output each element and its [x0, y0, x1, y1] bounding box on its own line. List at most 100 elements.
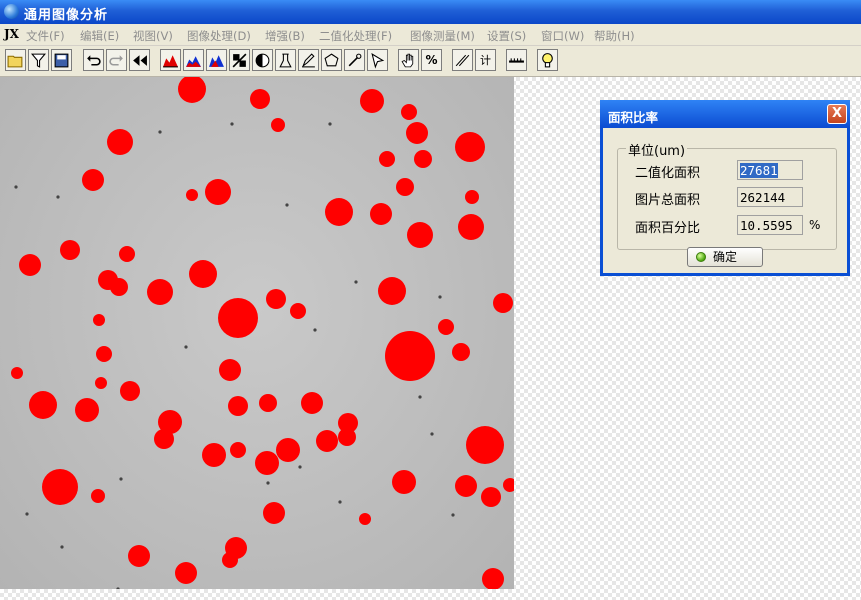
menu-image-processing[interactable]: 图像处理(D): [187, 28, 251, 44]
particle-29: [218, 298, 258, 338]
dark-speck-0: [56, 195, 60, 199]
particle-27: [266, 289, 286, 309]
dark-speck-1: [158, 130, 162, 134]
group-label: 单位(um): [626, 140, 688, 159]
particle-layer: [11, 77, 514, 589]
particle-4: [271, 118, 285, 132]
menu-view[interactable]: 视图(V): [133, 28, 173, 44]
particle-8: [379, 151, 395, 167]
toolbar: % 计: [0, 46, 861, 77]
ok-led-icon: [696, 252, 706, 262]
particle-9: [414, 150, 432, 168]
filter-icon[interactable]: [28, 49, 49, 71]
dark-speck-16: [298, 465, 302, 469]
dark-speck-8: [119, 477, 123, 481]
particle-54: [230, 442, 246, 458]
close-button[interactable]: X: [827, 104, 847, 124]
ok-button[interactable]: 确定: [687, 247, 763, 267]
particle-30: [493, 293, 513, 313]
particle-65: [222, 552, 238, 568]
area-percent-label: 面积百分比: [635, 221, 701, 236]
particle-52: [276, 438, 300, 462]
particle-62: [503, 478, 514, 492]
particle-14: [325, 198, 353, 226]
particle-37: [219, 359, 241, 381]
beaker-icon[interactable]: [275, 49, 296, 71]
line-icon[interactable]: [452, 49, 473, 71]
particle-18: [458, 214, 484, 240]
dark-speck-14: [451, 513, 455, 517]
menu-file[interactable]: 文件(F): [26, 28, 65, 44]
particle-35: [96, 346, 112, 362]
area-ratio-dialog: 面积比率 X 单位(um) 二值化面积 27681 图片总面积 262144 面…: [600, 100, 850, 276]
wand-icon[interactable]: [344, 49, 365, 71]
particle-19: [60, 240, 80, 260]
particle-39: [120, 381, 140, 401]
menu-settings[interactable]: 设置(S): [487, 28, 526, 44]
particle-12: [396, 178, 414, 196]
menu-measurement[interactable]: 图像测量(M): [410, 28, 475, 44]
particle-56: [392, 470, 416, 494]
particle-7: [455, 132, 485, 162]
particle-57: [91, 489, 105, 503]
menu-help[interactable]: 帮助(H): [594, 28, 635, 44]
dark-speck-5: [354, 280, 358, 284]
save-icon[interactable]: [51, 49, 72, 71]
particle-61: [359, 513, 371, 525]
hand-icon[interactable]: [398, 49, 419, 71]
menu-enhance[interactable]: 增强(B): [265, 28, 305, 44]
dark-speck-12: [14, 185, 18, 189]
binarized-area-label: 二值化面积: [635, 166, 701, 181]
percent-unit: %: [809, 218, 821, 232]
contrast-icon[interactable]: [252, 49, 273, 71]
binarized-area-field[interactable]: 27681: [737, 160, 803, 180]
app-globe-icon: [4, 4, 19, 19]
menu-edit[interactable]: 编辑(E): [80, 28, 119, 44]
menu-bar: JX 文件(F) 编辑(E) 视图(V) 图像处理(D) 增强(B) 二值化处理…: [0, 24, 861, 46]
particle-0: [178, 77, 206, 103]
rewind-icon[interactable]: [129, 49, 150, 71]
particle-38: [95, 377, 107, 389]
particle-32: [93, 314, 105, 326]
dialog-title-bar: 面积比率 X: [600, 100, 850, 128]
particle-17: [407, 222, 433, 248]
particle-6: [406, 122, 428, 144]
undo-icon[interactable]: [83, 49, 104, 71]
count-icon[interactable]: 计: [475, 49, 496, 71]
dialog-title: 面积比率: [608, 110, 659, 125]
particle-55: [42, 469, 78, 505]
particle-63: [128, 545, 150, 567]
dark-speck-11: [430, 432, 434, 436]
invert-icon[interactable]: [229, 49, 250, 71]
particle-10: [82, 169, 104, 191]
redo-icon[interactable]: [106, 49, 127, 71]
total-area-field[interactable]: 262144: [737, 187, 803, 207]
dark-speck-7: [313, 328, 317, 332]
dark-speck-9: [266, 481, 270, 485]
dark-speck-2: [230, 122, 234, 126]
menu-binarization[interactable]: 二值化处理(F): [319, 28, 392, 44]
particle-60: [263, 502, 285, 524]
dark-speck-19: [25, 512, 29, 516]
histogram-icon[interactable]: [160, 49, 181, 71]
particle-42: [301, 392, 323, 414]
particle-1: [250, 89, 270, 109]
particle-31: [438, 319, 454, 335]
histogram-blue-icon[interactable]: [183, 49, 204, 71]
open-folder-icon[interactable]: [5, 49, 26, 71]
particle-5: [107, 129, 133, 155]
binarized-image[interactable]: [0, 77, 514, 589]
particle-16: [465, 190, 479, 204]
ruler-icon[interactable]: [506, 49, 527, 71]
dark-speck-6: [438, 295, 442, 299]
particle-67: [175, 562, 197, 584]
jx-logo: JX: [4, 27, 19, 41]
histogram-mixed-icon[interactable]: [206, 49, 227, 71]
percent-icon[interactable]: %: [421, 49, 442, 71]
area-percent-field[interactable]: 10.5595: [737, 215, 803, 235]
pointer-icon[interactable]: [367, 49, 388, 71]
bulb-icon[interactable]: [537, 49, 558, 71]
pen-icon[interactable]: [298, 49, 319, 71]
menu-window[interactable]: 窗口(W): [541, 28, 584, 44]
polygon-icon[interactable]: [321, 49, 342, 71]
